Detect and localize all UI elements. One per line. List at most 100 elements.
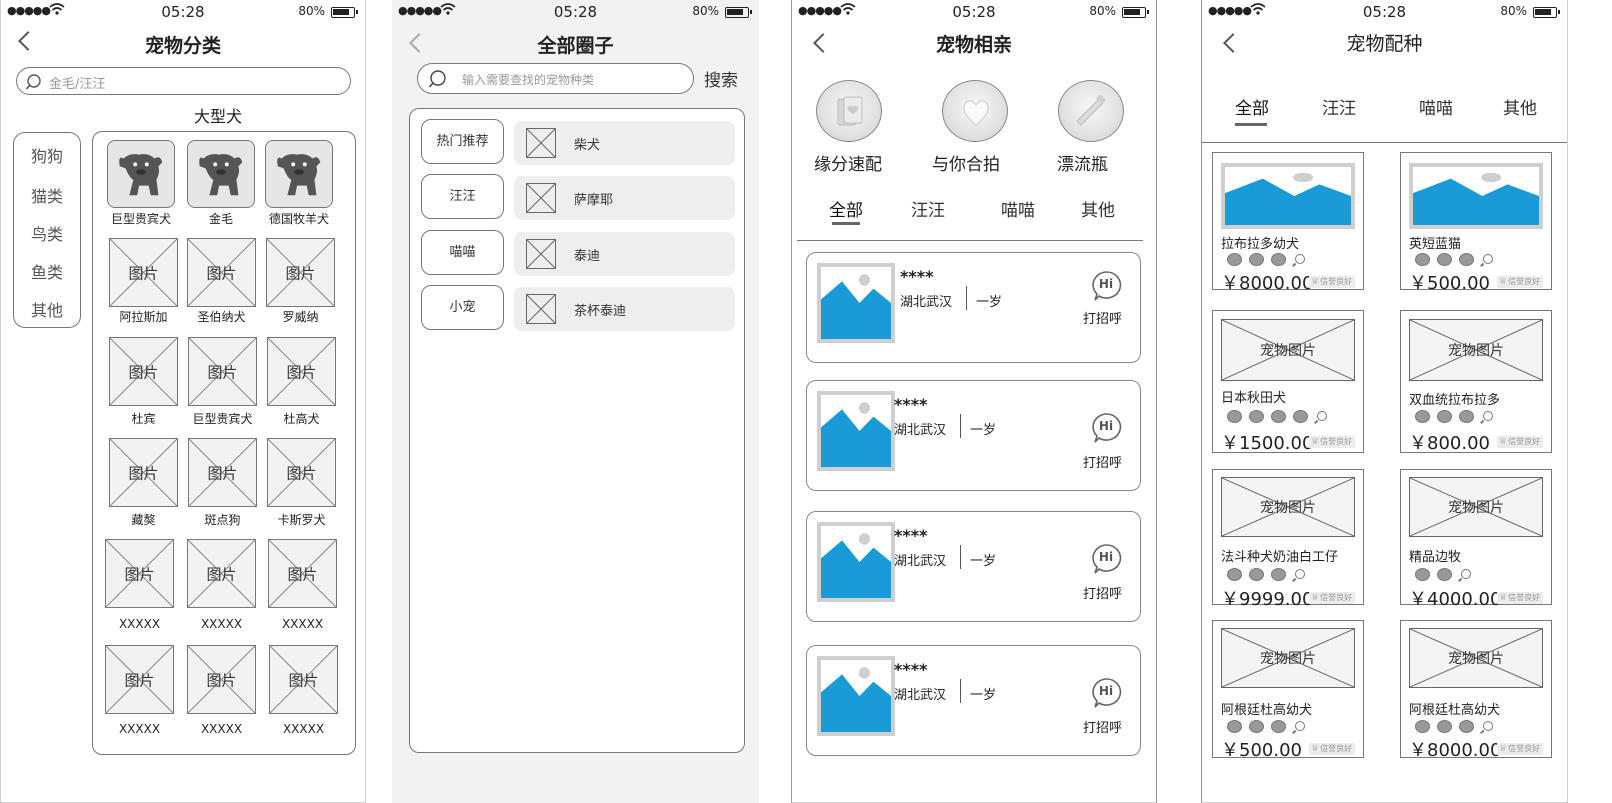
breed-image[interactable]: [265, 140, 333, 208]
breed-image-placeholder[interactable]: 图片: [187, 645, 256, 714]
hi-bubble-icon[interactable]: Hi: [1089, 411, 1123, 445]
greet-button[interactable]: 打招呼: [1083, 583, 1122, 602]
cards-icon[interactable]: [816, 80, 882, 142]
match-card[interactable]: **** 湖北武汉 一岁 Hi 打招呼: [806, 645, 1141, 756]
dog-icon: [192, 145, 250, 203]
breed-image-placeholder[interactable]: 图片: [105, 539, 174, 608]
circle-category-button[interactable]: 热门推荐: [421, 119, 504, 164]
breed-image-placeholder[interactable]: 图片: [109, 438, 178, 507]
filter-tab[interactable]: 汪汪: [1322, 94, 1356, 119]
breed-image-placeholder[interactable]: 图片: [267, 337, 336, 406]
greet-button[interactable]: 打招呼: [1083, 308, 1122, 327]
breed-image-placeholder[interactable]: 图片: [266, 238, 335, 307]
circle-category-button[interactable]: 汪汪: [421, 174, 504, 219]
breed-image[interactable]: [187, 140, 255, 208]
search-icon[interactable]: [1295, 569, 1305, 579]
search-icon[interactable]: [1295, 254, 1305, 264]
service-icon: [1415, 253, 1430, 266]
category-item[interactable]: 猫类: [14, 183, 80, 207]
circle-category-button[interactable]: 小宠: [421, 285, 504, 330]
breed-image-placeholder[interactable]: 图片: [188, 337, 257, 406]
circle-item[interactable]: 泰迪: [514, 232, 735, 276]
service-icon: [1437, 253, 1452, 266]
product-photo-placeholder: 宠物图片: [1221, 628, 1355, 688]
breed-image-placeholder[interactable]: 图片: [187, 238, 256, 307]
search-icon[interactable]: [1295, 721, 1305, 731]
hi-text: Hi: [1098, 277, 1114, 291]
search-icon[interactable]: [1483, 254, 1493, 264]
filter-tab[interactable]: 喵喵: [1001, 196, 1035, 221]
search-input[interactable]: 金毛/汪汪: [16, 67, 351, 95]
placeholder-label: 图片: [207, 363, 238, 381]
circle-item[interactable]: 茶杯泰迪: [514, 287, 735, 331]
greet-button[interactable]: 打招呼: [1083, 452, 1122, 471]
breed-name: 罗威纳: [282, 310, 319, 324]
product-card[interactable]: 宠物图片 日本秋田犬 ￥1500.00 ♕信誉良好: [1212, 310, 1364, 454]
pet-name: ****: [894, 660, 928, 679]
filter-tab[interactable]: 其他: [1081, 196, 1115, 221]
search-icon[interactable]: [1461, 569, 1471, 579]
section-title: 大型犬: [193, 107, 242, 126]
hi-bubble-icon[interactable]: Hi: [1089, 676, 1123, 710]
product-card[interactable]: 宠物图片 双血统拉布拉多 ￥800.00 ♕信誉良好: [1400, 310, 1552, 454]
breed-name: 藏獒: [131, 513, 156, 527]
category-item[interactable]: 其他: [14, 297, 80, 321]
breed-image-placeholder[interactable]: 图片: [268, 539, 337, 608]
filter-tab[interactable]: 其他: [1503, 94, 1537, 119]
pet-photo: [817, 522, 895, 602]
heart-icon[interactable]: [942, 80, 1008, 142]
match-card[interactable]: **** 湖北武汉 一岁 Hi 打招呼: [806, 380, 1141, 491]
breed-image-placeholder[interactable]: 图片: [269, 645, 338, 714]
placeholder-label: 宠物图片: [1260, 343, 1316, 359]
feature-label: 与你合拍: [932, 155, 1000, 175]
search-placeholder: 输入需要查找的宠物种类: [462, 73, 595, 87]
breed-image-placeholder[interactable]: 图片: [187, 539, 256, 608]
product-card[interactable]: 英短蓝猫 ￥500.00 ♕信誉良好: [1400, 152, 1552, 294]
circle-panel: 热门推荐汪汪喵喵小宠 柴犬萨摩耶泰迪茶杯泰迪: [409, 108, 745, 753]
service-icon: [1227, 410, 1242, 423]
product-card[interactable]: 宠物图片 法斗种犬奶油白工仔 ￥9999.00 ♕信誉良好: [1212, 469, 1364, 610]
dating-content: 缘分速配 与你合拍 漂流瓶 全部 汪汪 喵喵 其他 **** 湖北武汉 一岁 Hi 打招呼 **** 湖北…: [792, 0, 1156, 802]
product-name: 日本秋田犬: [1221, 391, 1287, 406]
match-card[interactable]: **** 湖北武汉 一岁 Hi 打招呼: [806, 511, 1141, 622]
greet-button[interactable]: 打招呼: [1083, 717, 1122, 736]
product-card[interactable]: 宠物图片 精品边牧 ￥4000.00 ♕信誉良好: [1400, 469, 1552, 610]
search-button[interactable]: 搜索: [704, 66, 738, 91]
product-card[interactable]: 拉布拉多幼犬 ￥8000.00 ♕信誉良好: [1212, 152, 1364, 294]
category-item[interactable]: 鱼类: [14, 259, 80, 283]
filter-tab[interactable]: 全部: [829, 196, 863, 221]
service-icon: [1249, 720, 1264, 733]
search-icon[interactable]: [1483, 721, 1493, 731]
search-icon[interactable]: [1317, 411, 1327, 421]
breed-image[interactable]: [107, 140, 175, 208]
breed-image-placeholder[interactable]: 图片: [109, 337, 178, 406]
filter-tab[interactable]: 汪汪: [911, 196, 945, 221]
category-item[interactable]: 鸟类: [14, 221, 80, 245]
breed-image-placeholder[interactable]: 图片: [105, 645, 174, 714]
match-card[interactable]: **** 湖北武汉 一岁 Hi 打招呼: [806, 252, 1141, 363]
placeholder-label: 宠物图片: [1448, 651, 1504, 667]
category-item[interactable]: 狗狗: [14, 143, 80, 167]
product-price: ￥500.00: [1409, 273, 1490, 294]
product-card[interactable]: 宠物图片 阿根廷杜高幼犬 ￥8000.00 ♕信誉良好: [1400, 620, 1552, 761]
search-icon[interactable]: [1483, 411, 1493, 421]
breed-image-placeholder[interactable]: 图片: [267, 438, 336, 507]
circle-item[interactable]: 柴犬: [514, 121, 735, 165]
breed-image-placeholder[interactable]: 图片: [188, 438, 257, 507]
pet-photo: [817, 656, 895, 736]
credit-label: 信誉良好: [1320, 437, 1353, 446]
product-card[interactable]: 宠物图片 阿根廷杜高幼犬 ￥500.00 ♕信誉良好: [1212, 620, 1364, 761]
tab-indicator: [832, 222, 860, 225]
hi-bubble-icon[interactable]: Hi: [1089, 542, 1123, 576]
filter-tab[interactable]: 喵喵: [1419, 94, 1453, 119]
credit-label: 信誉良好: [1320, 744, 1353, 753]
image-placeholder-icon: [526, 294, 556, 324]
bottle-icon[interactable]: [1058, 80, 1124, 142]
circle-category-button[interactable]: 喵喵: [421, 230, 504, 275]
circle-item[interactable]: 萨摩耶: [514, 176, 735, 220]
placeholder-label: 图片: [128, 264, 159, 282]
filter-tab[interactable]: 全部: [1235, 94, 1269, 119]
breed-image-placeholder[interactable]: 图片: [109, 238, 178, 307]
hi-bubble-icon[interactable]: Hi: [1089, 269, 1123, 303]
search-input[interactable]: 输入需要查找的宠物种类: [417, 63, 694, 94]
